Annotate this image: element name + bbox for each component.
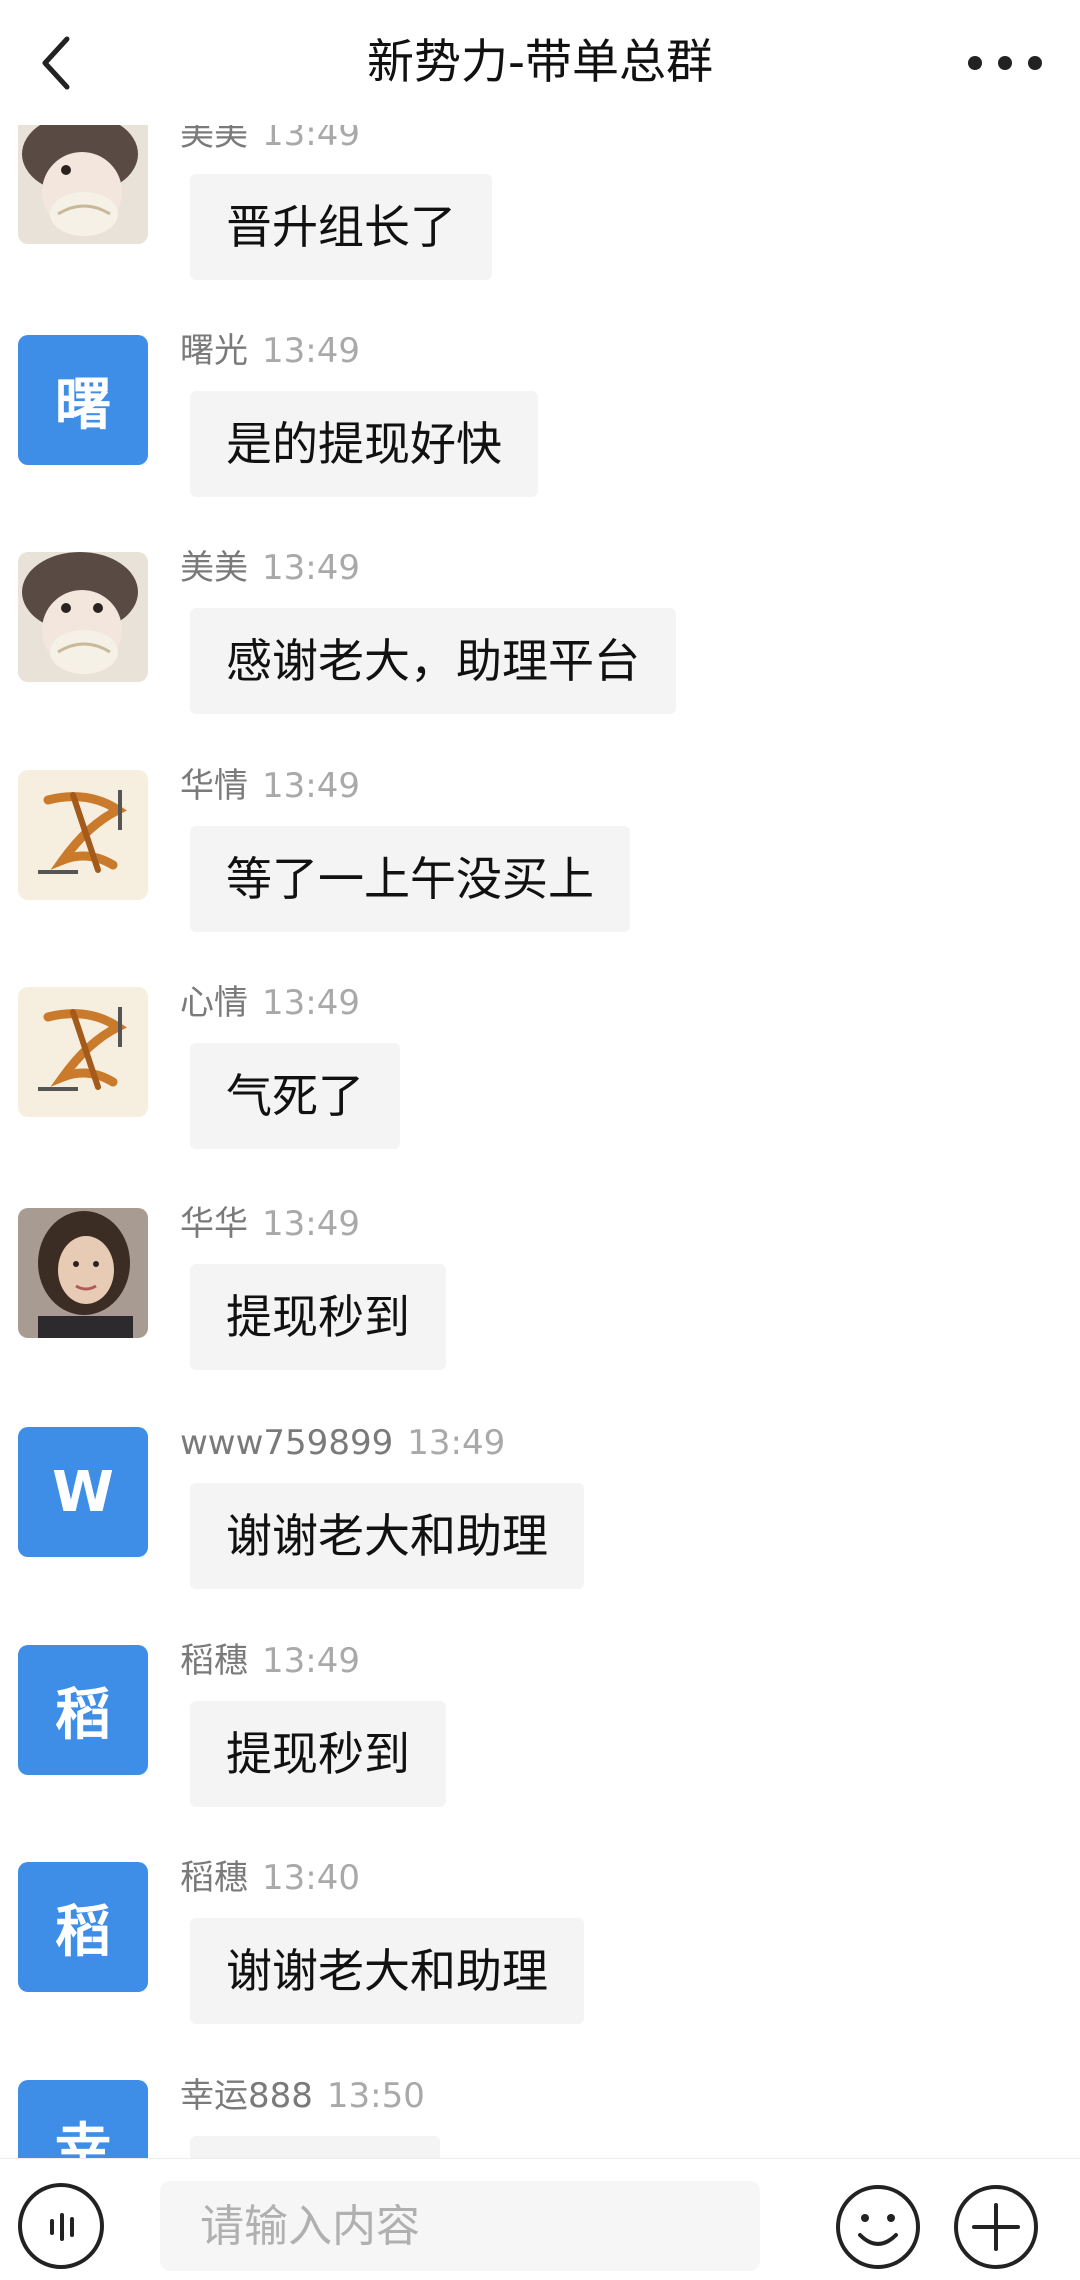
message-bubble[interactable]: 感谢老大，助理平台 — [190, 608, 676, 714]
input-bar — [0, 2158, 1080, 2280]
calligraphy-avatar-icon — [18, 770, 148, 900]
avatar[interactable] — [18, 118, 148, 244]
sender-name: 美美 — [180, 548, 248, 588]
avatar-letter: 稻 — [55, 1899, 111, 1965]
plus-button[interactable] — [952, 2183, 1040, 2271]
message-bubble[interactable]: 谢谢老大和助理 — [190, 1918, 584, 2024]
sender-name: 幸运888 — [180, 2076, 313, 2116]
avatar-letter: W — [52, 1459, 114, 1525]
message-time: 13:49 — [262, 766, 360, 806]
avatar[interactable] — [18, 770, 148, 900]
message-meta: 稻穗 13:49 — [180, 1639, 360, 1683]
message-time: 13:49 — [262, 1641, 360, 1681]
avatar[interactable]: 稻 — [18, 1645, 148, 1775]
message-meta: 华情 13:49 — [180, 764, 360, 808]
avatar[interactable]: 曙 — [18, 335, 148, 465]
sender-name: 华情 — [180, 766, 248, 806]
message-meta: 曙光 13:49 — [180, 329, 360, 373]
sender-name: 稻穗 — [180, 1858, 248, 1898]
message-meta: 美美 13:49 — [180, 546, 360, 590]
emoji-button[interactable] — [834, 2183, 922, 2271]
sender-name: 华华 — [180, 1204, 248, 1244]
avatar-letter: 稻 — [55, 1682, 111, 1748]
voice-icon — [50, 2213, 74, 2241]
message-input[interactable] — [160, 2181, 760, 2271]
message-meta: 华华 13:49 — [180, 1202, 360, 1246]
avatar[interactable]: 稻 — [18, 1862, 148, 1992]
avatar[interactable] — [18, 552, 148, 682]
message-time: 13:49 — [262, 1204, 360, 1244]
message-bubble[interactable]: 等了一上午没买上 — [190, 826, 630, 932]
avatar[interactable] — [18, 1208, 148, 1338]
sender-name: 心情 — [180, 983, 248, 1023]
message-bubble[interactable]: 提现秒到 — [190, 1701, 446, 1807]
message-time: 13:49 — [262, 548, 360, 588]
calligraphy-avatar-icon — [18, 987, 148, 1117]
sender-name: 曙光 — [180, 331, 248, 371]
user-photo-avatar-icon — [18, 118, 148, 244]
avatar[interactable]: W — [18, 1427, 148, 1557]
message-meta: 稻穗 13:40 — [180, 1856, 360, 1900]
message-bubble[interactable]: 是的提现好快 — [190, 391, 538, 497]
message-meta: 幸运888 13:50 — [180, 2074, 425, 2118]
message-time: 13:50 — [326, 2076, 425, 2116]
more-button[interactable] — [950, 30, 1060, 96]
message-bubble[interactable]: 谢谢老大和助理 — [190, 1483, 584, 1589]
page-title: 新势力-带单总群 — [367, 35, 713, 90]
sender-name: 稻穗 — [180, 1641, 248, 1681]
more-horizontal-icon — [968, 56, 1042, 70]
message-meta: www759899 13:49 — [180, 1421, 505, 1465]
voice-button[interactable] — [18, 2183, 104, 2269]
emoji-icon — [836, 2185, 920, 2269]
sender-name: www759899 — [180, 1423, 394, 1463]
user-photo-avatar-icon — [18, 1208, 148, 1338]
back-button[interactable] — [22, 28, 92, 98]
message-time: 13:40 — [262, 1858, 360, 1898]
avatar-letter: 曙 — [55, 372, 111, 438]
message-time: 13:49 — [262, 983, 360, 1023]
message-bubble[interactable]: 晋升组长了 — [190, 174, 492, 280]
message-list[interactable]: 美美13:49 晋升组长了 曙 曙光13:49 是的提现好快 美美13:4 — [0, 118, 1080, 2158]
chevron-left-icon — [42, 36, 70, 90]
message-time: 13:49 — [262, 331, 360, 371]
plus-icon — [954, 2185, 1038, 2269]
message-bubble[interactable]: 气死了 — [190, 1043, 400, 1149]
avatar[interactable]: 幸 — [18, 2080, 148, 2158]
avatar-letter: 幸 — [55, 2117, 111, 2159]
avatar[interactable] — [18, 987, 148, 1117]
message-bubble[interactable]: 提现秒到 — [190, 1264, 446, 1370]
user-photo-avatar-icon — [18, 552, 148, 682]
message-meta: 心情 13:49 — [180, 981, 360, 1025]
message-bubble[interactable] — [190, 2136, 440, 2158]
message-time: 13:49 — [407, 1423, 506, 1463]
chat-header: 新势力-带单总群 — [0, 0, 1080, 125]
